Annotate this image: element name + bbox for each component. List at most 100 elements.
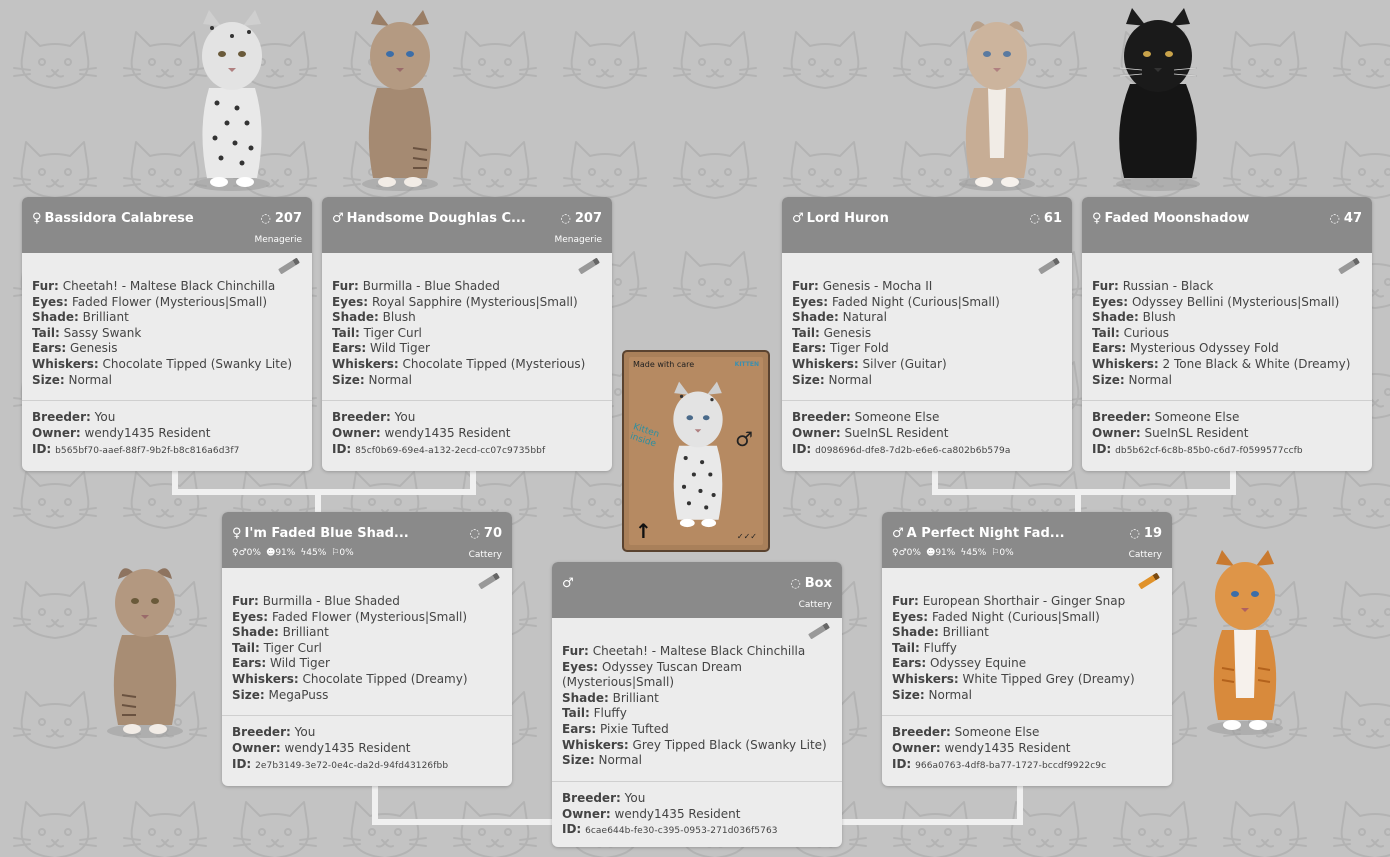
age-display: ◌ 207 [260, 211, 302, 226]
pencil-icon[interactable] [278, 257, 300, 275]
owner-value: wendy1435 Resident [284, 740, 411, 755]
trait-value: Mysterious Odyssey Fold [1129, 341, 1279, 356]
trait-eyes: Eyes: Odyssey Tuscan Dream (Mysterious|S… [562, 660, 832, 691]
trait-ears: Ears: Pixie Tufted [562, 722, 832, 738]
trait-label: Whiskers: [892, 671, 959, 686]
id-value: 6cae644b-fe30-c395-0953-271d036f5763 [585, 826, 778, 837]
trait-label: Eyes: [562, 659, 599, 674]
trait-value: Wild Tiger [369, 341, 430, 356]
owner-row: Owner: SueInSL Resident [1092, 426, 1362, 442]
owner-value: SueInSL Resident [844, 425, 949, 440]
cat-card-bassidora[interactable]: ♀ Bassidora Calabrese ◌ 207 Menagerie Fur: Ch… [22, 197, 312, 471]
trait-label: Shade: [892, 625, 939, 640]
breeder-row: Breeder: Someone Else [1092, 410, 1362, 426]
box-inner: Made with care KITTEN Kitten inside ♂ ↑ … [629, 357, 763, 545]
trait-value: Blush [382, 310, 416, 325]
breeder-label: Breeder: [892, 725, 951, 740]
owner-label: Owner: [332, 425, 381, 440]
trait-label: Shade: [562, 690, 609, 705]
cat-card-mother[interactable]: ♀ I'm Faded Blue Shad... ◌ 70 Cattery ♀♂0% ☻91… [222, 512, 512, 786]
trait-value: Burmilla - Blue Shaded [262, 594, 400, 608]
trait-whiskers: Whiskers: Grey Tipped Black (Swanky Lite… [562, 738, 832, 754]
location-label: Cattery [1128, 550, 1162, 560]
age-display: ◌ Box [790, 576, 832, 591]
stat-happiness: ☻91% [925, 548, 956, 558]
breeder-row: Breeder: You [32, 410, 302, 426]
pencil-icon[interactable] [1138, 572, 1160, 590]
owner-label: Owner: [32, 425, 81, 440]
trait-label: Shade: [332, 310, 379, 325]
age-value: Box [804, 576, 832, 591]
trait-label: Shade: [32, 310, 79, 325]
id-label: ID: [892, 756, 912, 771]
trait-value: MegaPuss [268, 687, 329, 702]
pencil-icon[interactable] [1038, 257, 1060, 275]
trait-label: Size: [1092, 372, 1125, 387]
id-label: ID: [562, 822, 582, 837]
trait-label: Tail: [32, 325, 60, 340]
cat-card-father[interactable]: ♂ A Perfect Night Fad... ◌ 19 Cattery ♀♂0% ☻91… [882, 512, 1172, 786]
trait-value: Normal [1128, 372, 1172, 387]
stat-happiness: ☻91% [265, 548, 296, 558]
ownership-section: Breeder: You Owner: wendy1435 Resident ID:… [552, 780, 842, 847]
id-label: ID: [1092, 441, 1112, 456]
cat-card-handsome-doughlas[interactable]: ♂ Handsome Doughlas C... ◌ 207 Menagerie Fur:… [322, 197, 612, 471]
cat-name-text: A Perfect Night Fad... [906, 526, 1065, 541]
id-row: ID: 85cf0b69-69e4-a132-2ecd-cc07c9735bbf [332, 442, 602, 460]
breeder-row: Breeder: You [332, 410, 602, 426]
cat-name[interactable]: ♂ [562, 576, 577, 591]
age-value: 61 [1043, 211, 1062, 226]
cat-name-text: Bassidora Calabrese [44, 211, 194, 226]
trait-label: Shade: [792, 310, 839, 325]
trait-value: Natural [842, 310, 887, 325]
cat-stats: ♀♂0% ☻91% ϟ45% ⚐0% [232, 548, 359, 558]
trait-label: Size: [232, 687, 265, 702]
gender-icon: ♂ [332, 211, 344, 226]
cat-figure-father [1207, 550, 1283, 735]
trait-eyes: Eyes: Odyssey Bellini (Mysterious|Small) [1092, 295, 1362, 311]
id-row: ID: 6cae644b-fe30-c395-0953-271d036f5763 [562, 822, 832, 840]
trait-label: Fur: [332, 279, 359, 293]
trait-value: Brilliant [612, 690, 659, 705]
trait-shade: Shade: Natural [792, 310, 1062, 326]
cat-figure-mother [107, 568, 183, 738]
breeder-value: Someone Else [954, 725, 1040, 740]
trait-label: Eyes: [1092, 294, 1129, 309]
cat-name[interactable]: ♂ A Perfect Night Fad... [892, 526, 1065, 541]
trait-label: Fur: [562, 644, 589, 658]
kitten-box-image[interactable]: Made with care KITTEN Kitten inside ♂ ↑ … [622, 350, 770, 552]
age-icon: ◌ [1029, 211, 1040, 225]
traits-section: Fur: Genesis - Mocha II Eyes: Faded Night… [782, 253, 1072, 400]
pencil-icon[interactable] [578, 257, 600, 275]
cat-card-faded-moonshadow[interactable]: ♀ Faded Moonshadow ◌ 47 Fur: Russian - Black… [1082, 197, 1372, 471]
breeder-value: Someone Else [854, 410, 940, 425]
id-value: 2e7b3149-3e72-0e4c-da2d-94fd43126fbb [255, 760, 449, 771]
cat-name[interactable]: ♂ Handsome Doughlas C... [332, 211, 526, 226]
pencil-icon[interactable] [808, 622, 830, 640]
trait-label: Eyes: [232, 609, 269, 624]
cat-card-kitten-box[interactable]: ♂ ◌ Box Cattery Fur: Cheetah! - Maltese Blac… [552, 562, 842, 847]
cat-name[interactable]: ♀ Bassidora Calabrese [32, 211, 194, 226]
cat-name[interactable]: ♀ Faded Moonshadow [1092, 211, 1249, 226]
cat-name-text: Faded Moonshadow [1104, 211, 1250, 226]
cat-card-lord-huron[interactable]: ♂ Lord Huron ◌ 61 Fur: Genesis - Mocha II Eye… [782, 197, 1072, 471]
trait-value: Pixie Tufted [599, 721, 669, 736]
cat-name[interactable]: ♀ I'm Faded Blue Shad... [232, 526, 409, 541]
trait-fur: Fur: Cheetah! - Maltese Black Chinchilla [562, 644, 832, 660]
trait-eyes: Eyes: Faded Night (Curious|Small) [892, 610, 1162, 626]
trait-ears: Ears: Genesis [32, 341, 302, 357]
owner-label: Owner: [562, 806, 611, 821]
trait-value: 2 Tone Black & White (Dreamy) [1162, 356, 1351, 371]
trait-value: Faded Flower (Mysterious|Small) [271, 609, 468, 624]
trait-value: Genesis [823, 325, 872, 340]
trait-value: Curious [1123, 325, 1170, 340]
id-row: ID: 966a0763-4df8-ba77-1727-bccdf9922c9c [892, 757, 1162, 775]
cat-name[interactable]: ♂ Lord Huron [792, 211, 889, 226]
breeder-label: Breeder: [1092, 410, 1151, 425]
age-icon: ◌ [1129, 526, 1140, 540]
ownership-section: Breeder: Someone Else Owner: SueInSL Resi… [1082, 400, 1372, 469]
pencil-icon[interactable] [1338, 257, 1360, 275]
pencil-icon[interactable] [478, 572, 500, 590]
trait-fur: Fur: European Shorthair - Ginger Snap [892, 594, 1162, 610]
trait-label: Tail: [332, 325, 360, 340]
